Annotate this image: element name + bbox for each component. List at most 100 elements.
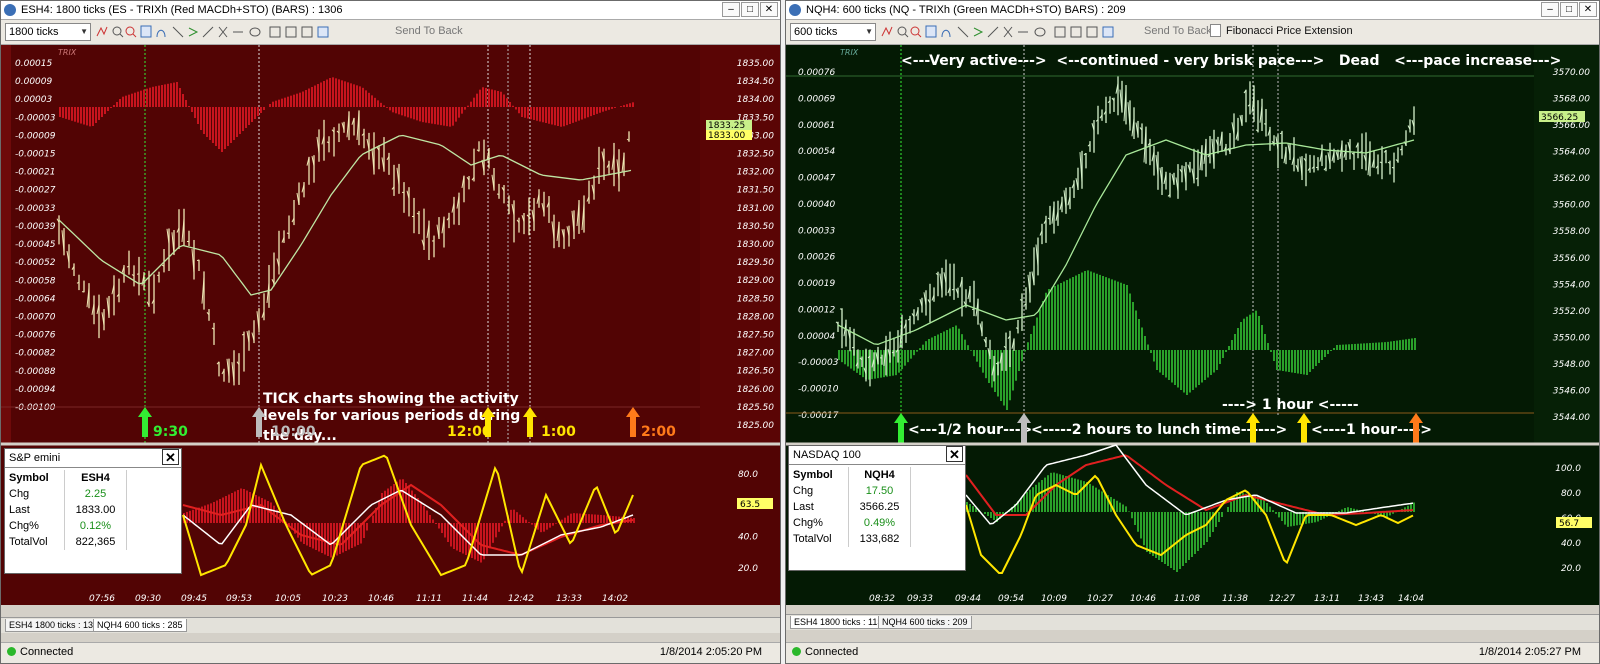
axis-tick-label: 1834.00 [737,95,774,105]
trix-histogram-bar [590,107,592,117]
trix-histogram-bar [308,88,310,107]
trix-histogram-bar [838,350,840,360]
trix-histogram-bar [1165,350,1167,378]
trix-histogram-bar [455,107,457,122]
right-title-bar[interactable]: NQH4: 600 ticks (NQ - TRIXh (Green MACDh… [786,1,1599,20]
tab-nqh4[interactable]: NQH4 600 ticks : 209 [878,616,972,629]
trix-histogram-bar [1288,350,1290,372]
trix-histogram-bar [482,87,484,107]
macd-histogram-bar [1185,512,1187,563]
macd-histogram-bar [1287,512,1289,527]
trix-histogram-bar [335,78,337,107]
trix-histogram-bar [1408,338,1410,350]
trix-histogram-bar [374,97,376,107]
trix-histogram-bar [1186,350,1188,395]
trix-histogram-bar [982,350,984,373]
time-marker-label: 1:00 [541,424,576,440]
axis-tick-label: 3550.00 [1553,333,1590,343]
trix-histogram-bar [1102,276,1104,350]
trix-histogram-bar [629,103,631,107]
trix-histogram-bar [1321,350,1323,360]
connection-status: Connected [792,643,858,662]
macd-histogram-bar [597,514,599,523]
trix-histogram-bar [416,107,418,121]
trix-histogram-bar [1147,344,1149,350]
trix-histogram-bar [386,107,388,108]
tab-esh4[interactable]: ESH4 1800 ticks : 1137 [790,616,892,629]
trix-histogram-bar [1201,350,1203,383]
axis-tick-label: 1827.00 [737,349,774,359]
trix-histogram-bar [74,107,76,122]
close-button[interactable]: ✕ [760,2,778,17]
macd-histogram-bar [519,514,521,523]
fibonacci-icon [1210,24,1221,37]
left-title-bar[interactable]: ESH4: 1800 ticks (ES - TRIXh (Red MACDh+… [1,1,780,20]
status-dot-icon [7,647,16,656]
trix-histogram-bar [542,107,544,123]
macd-histogram-bar [1071,477,1073,512]
axis-tick-label: 3570.00 [1553,68,1590,78]
maximize-button[interactable]: □ [1560,2,1578,17]
trix-histogram-bar [290,95,292,107]
trix-histogram-bar [401,107,403,116]
trix-histogram-bar [1099,274,1101,350]
macd-histogram-bar [549,523,551,528]
trix-histogram-bar [125,95,127,107]
ticks-interval-select[interactable]: 600 ticks ▼ [790,23,876,41]
trix-histogram-bar [931,337,933,350]
trix-histogram-bar [140,90,142,107]
minimize-button[interactable]: – [722,2,740,17]
minimize-button[interactable]: – [1541,2,1559,17]
macd-histogram-bar [543,523,545,532]
trix-histogram-bar [1324,350,1326,357]
macd-histogram-bar [1140,512,1142,539]
x-axis-time-label: 14:04 [1398,594,1424,604]
trix-histogram-bar [1264,334,1266,350]
maximize-button[interactable]: □ [741,2,759,17]
macd-histogram-bar [261,498,263,523]
ticks-interval-select[interactable]: 1800 ticks ▼ [5,23,91,41]
axis-tick-label: 1835.00 [737,59,774,69]
axis-tick-label: 3546.00 [1553,386,1590,396]
tab-nqh4[interactable]: NQH4 600 ticks : 285 [93,619,187,632]
axis-tick-label: 1828.50 [737,294,774,304]
send-to-back-button[interactable]: Send To Back [1144,25,1212,37]
trix-histogram-bar [991,350,993,388]
trix-histogram-bar [296,93,298,107]
trix-histogram-bar [1213,350,1215,373]
drawing-tools-icons[interactable] [880,24,1130,40]
macd-histogram-bar [327,523,329,556]
trix-histogram-bar [1279,350,1281,371]
trix-histogram-bar [1300,350,1302,374]
trix-histogram-bar [536,107,538,121]
x-axis-time-label: 09:33 [907,594,933,604]
macd-histogram-bar [1125,506,1127,512]
macd-histogram-bar [366,523,368,531]
trix-histogram-bar [1039,309,1041,350]
trix-histogram-bar [605,107,607,111]
axis-tick-label: -0.00015 [15,150,56,160]
macd-histogram-bar [1338,511,1340,512]
trix-histogram-bar [1120,282,1122,350]
trix-histogram-bar [515,107,517,110]
close-icon[interactable]: ✕ [946,446,963,462]
close-button[interactable]: ✕ [1579,2,1597,17]
price-bar-tick [506,204,510,206]
macd-histogram-bar [354,523,356,547]
trix-histogram-bar [254,107,256,119]
trix-histogram-bar [922,344,924,350]
macd-histogram-bar [972,506,974,512]
send-to-back-button[interactable]: Send To Back [395,25,463,37]
drawing-tools-icons[interactable] [95,24,395,40]
fibonacci-extension-button[interactable]: Fibonacci Price Extension [1226,25,1353,37]
close-icon[interactable]: ✕ [162,449,179,465]
trix-histogram-bar [1411,338,1413,350]
trix-histogram-bar [1093,272,1095,350]
trix-histogram-bar [269,104,271,107]
trix-histogram-bar [1372,342,1374,350]
trix-histogram-bar [1381,342,1383,350]
trix-histogram-bar [1018,350,1020,371]
trix-histogram-bar [413,107,415,120]
tab-esh4[interactable]: ESH4 1800 ticks : 1306 [5,619,108,632]
macd-histogram-bar [588,514,590,523]
